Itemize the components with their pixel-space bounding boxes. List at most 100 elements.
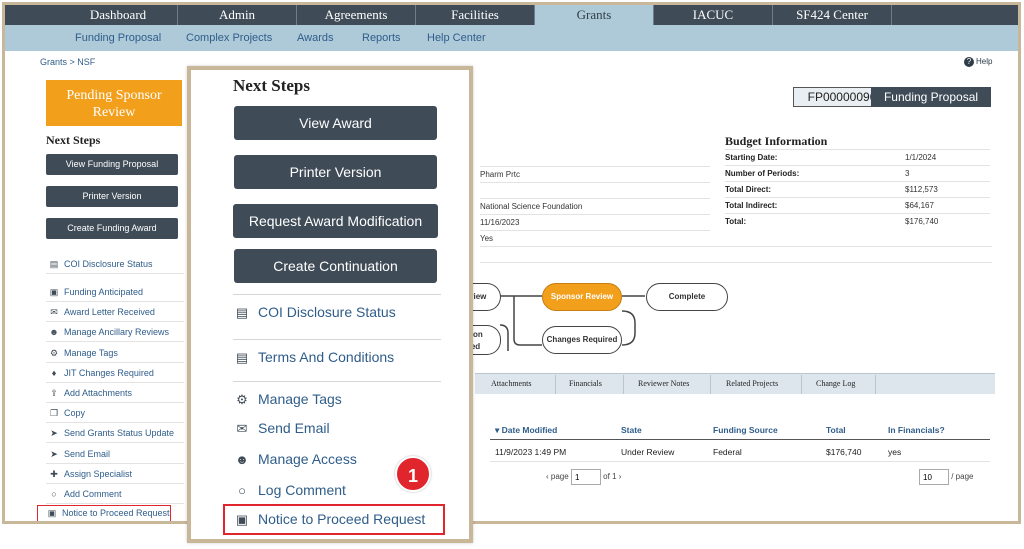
tab-sf424-center[interactable]: SF424 Center: [773, 5, 892, 25]
activity-add-comment[interactable]: ○ Add Comment: [46, 484, 184, 504]
info-row: [480, 182, 710, 198]
page-input[interactable]: [570, 469, 601, 485]
send-icon: ➤: [50, 449, 58, 459]
users-icon: ☻: [49, 327, 59, 337]
column-header-total[interactable]: Total: [826, 425, 846, 435]
activity-copy[interactable]: ❐ Copy: [46, 403, 184, 423]
tab-dashboard[interactable]: Dashboard: [59, 5, 178, 25]
tab-facilities[interactable]: Facilities: [416, 5, 535, 25]
user-add-icon: ✚: [50, 469, 58, 479]
subnav-reports[interactable]: Reports: [362, 32, 401, 44]
subnav-complex-projects[interactable]: Complex Projects: [186, 32, 272, 44]
state-badge: Pending Sponsor Review: [46, 80, 182, 126]
budget-label: Total:: [725, 217, 747, 226]
activity-coi-disclosure-status[interactable]: ▤ COI Disclosure Status: [233, 294, 441, 339]
budget-value: 3: [905, 169, 910, 178]
tab-reviewer-notes[interactable]: Reviewer Notes: [638, 379, 689, 388]
help-label: Help: [976, 57, 993, 66]
activity-assign-specialist[interactable]: ✚ Assign Specialist: [46, 464, 184, 484]
activity-label: Manage Access: [258, 451, 357, 467]
column-header-date-modified[interactable]: ▾ Date Modified: [495, 425, 557, 436]
tab-bar: Attachments Financials Reviewer Notes Re…: [475, 373, 995, 394]
table-cell: $176,740: [826, 447, 862, 457]
budget-value: 1/1/2024: [905, 153, 937, 162]
per-page-input[interactable]: [919, 469, 949, 485]
activity-label: COI Disclosure Status: [258, 304, 396, 320]
activity-send-grants-status-update[interactable]: ➤ Send Grants Status Update: [46, 423, 184, 443]
next-steps-heading: Next Steps: [46, 133, 101, 147]
workflow-node: Complete: [646, 283, 728, 311]
page-of-label: of 1: [603, 472, 617, 482]
list-icon: ▤: [235, 305, 249, 320]
printer-version-button[interactable]: Printer Version: [234, 155, 437, 189]
activity-manage-tags[interactable]: ⚙ Manage Tags: [233, 381, 441, 411]
activity-jit-changes-required[interactable]: ♦ JIT Changes Required: [46, 363, 184, 383]
tab-separator: [623, 375, 624, 394]
activity-funding-anticipated[interactable]: ▣ Funding Anticipated: [46, 282, 184, 302]
workflow-node: Changes Required: [542, 326, 622, 354]
request-award-modification-button[interactable]: Request Award Modification: [233, 204, 438, 238]
sub-nav: Funding Proposal Complex Projects Awards…: [5, 25, 1018, 51]
subnav-funding-proposal[interactable]: Funding Proposal: [75, 32, 161, 44]
tab-related-projects[interactable]: Related Projects: [726, 379, 778, 388]
subnav-awards[interactable]: Awards: [297, 32, 333, 44]
subnav-help-center[interactable]: Help Center: [427, 32, 486, 44]
tab-change-log[interactable]: Change Log: [816, 379, 855, 388]
activity-terms-and-conditions[interactable]: ▤ Terms And Conditions: [233, 339, 441, 381]
activity-notice-to-proceed-request[interactable]: ▣ Notice to Proceed Request: [37, 505, 171, 521]
activity-manage-ancillary-reviews[interactable]: ☻ Manage Ancillary Reviews: [46, 322, 184, 342]
activity-send-email[interactable]: ✉ Send Email: [233, 411, 441, 442]
create-funding-award-button[interactable]: Create Funding Award: [46, 218, 178, 239]
view-funding-proposal-button[interactable]: View Funding Proposal: [46, 154, 178, 175]
budget-label: Total Direct:: [725, 185, 772, 194]
activity-coi-disclosure-status[interactable]: ▤ COI Disclosure Status: [46, 254, 184, 274]
tab-agreements[interactable]: Agreements: [297, 5, 416, 25]
divider: [480, 246, 992, 247]
activity-label: Terms And Conditions: [258, 349, 395, 365]
breadcrumb[interactable]: Grants > NSF: [40, 57, 95, 67]
table-cell: Federal: [713, 447, 742, 457]
column-header-in-financials[interactable]: In Financials?: [888, 425, 945, 435]
workflow-arrow: [513, 296, 542, 346]
tab-admin[interactable]: Admin: [178, 5, 297, 25]
budget-row: Starting Date: 1/1/2024: [725, 149, 990, 165]
printer-version-button[interactable]: Printer Version: [46, 186, 178, 207]
next-page-icon[interactable]: ›: [619, 472, 622, 481]
table-cell: 11/9/2023 1:49 PM: [495, 447, 567, 457]
activity-award-letter-received[interactable]: ✉ Award Letter Received: [46, 302, 184, 322]
activity-notice-to-proceed-request[interactable]: ▣ Notice to Proceed Request: [223, 504, 445, 535]
budget-value: $176,740: [905, 217, 939, 226]
prev-page-icon[interactable]: ‹: [546, 472, 549, 481]
view-award-button[interactable]: View Award: [234, 106, 437, 140]
tab-separator: [555, 375, 556, 394]
divider: [480, 262, 992, 263]
tab-financials[interactable]: Financials: [569, 379, 602, 388]
mail-icon: ✉: [50, 307, 58, 317]
column-header-state[interactable]: State: [621, 425, 642, 435]
workflow-arrow: [621, 310, 636, 346]
zoom-next-steps-heading: Next Steps: [233, 76, 310, 95]
budget-value: $64,167: [905, 201, 934, 210]
tab-attachments[interactable]: Attachments: [491, 379, 531, 388]
activity-label: Notice to Proceed Request: [62, 508, 170, 518]
info-row: 11/16/2023: [480, 214, 710, 230]
create-continuation-button[interactable]: Create Continuation: [234, 249, 437, 283]
activity-label: Add Attachments: [64, 388, 133, 398]
per-page-label: / page: [951, 472, 974, 482]
activity-add-attachments[interactable]: ⇪ Add Attachments: [46, 383, 184, 403]
list-icon: ▤: [49, 259, 59, 269]
help-icon: ?: [964, 57, 974, 67]
table-cell: Under Review: [621, 447, 675, 457]
activity-label: Assign Specialist: [64, 469, 133, 479]
tab-iacuc[interactable]: IACUC: [654, 5, 773, 25]
activity-manage-tags[interactable]: ⚙ Manage Tags: [46, 343, 184, 363]
tab-grants[interactable]: Grants: [535, 5, 654, 25]
pagination: ‹ page of 1 ›: [546, 469, 621, 485]
activity-send-email[interactable]: ➤ Send Email: [46, 444, 184, 464]
column-header-funding-source[interactable]: Funding Source: [713, 425, 778, 435]
activity-label: Copy: [64, 408, 86, 418]
budget-heading: Budget Information: [725, 134, 828, 148]
help-link[interactable]: ? Help: [964, 57, 992, 67]
budget-row: Total Direct: $112,573: [725, 181, 990, 197]
activity-label: Send Email: [258, 420, 330, 436]
